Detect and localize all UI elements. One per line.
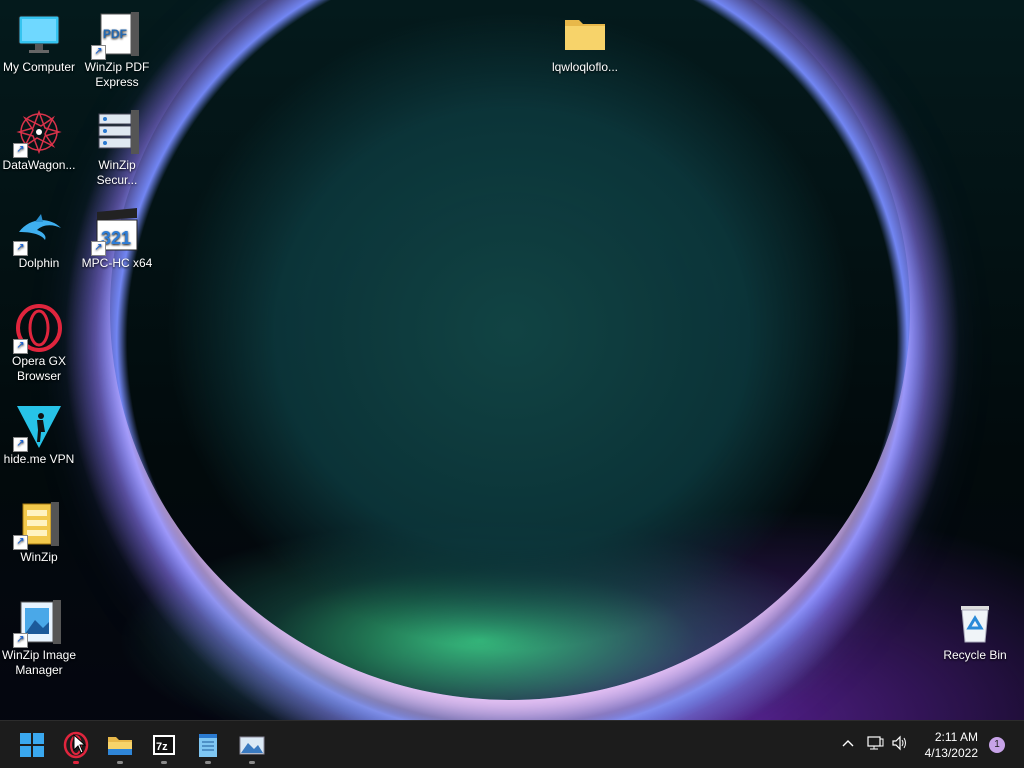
file-explorer-icon [108, 737, 132, 755]
running-indicator [249, 761, 255, 764]
running-indicator [205, 761, 211, 764]
desktop-icon-label: My Computer [2, 60, 76, 74]
desktop-icon-dolphin[interactable]: ↗ Dolphin [0, 200, 78, 271]
desktop-icon-label: WinZip [20, 550, 58, 564]
monitor-icon [15, 10, 63, 58]
svg-text:7z: 7z [156, 741, 168, 753]
desktop-icon-label: WinZip Image Manager [1, 648, 77, 677]
shortcut-arrow-icon: ↗ [13, 241, 28, 256]
recycle-bin-icon [951, 598, 999, 646]
desktop-icon-label: WinZip Secur... [96, 158, 138, 187]
taskbar-notepad[interactable] [188, 725, 228, 765]
shortcut-arrow-icon: ↗ [13, 437, 28, 452]
notepad-icon [199, 734, 217, 757]
winzip-icon: ↗ [13, 500, 63, 550]
pdf-icon: PDF ↗ [91, 10, 141, 60]
desktop-icon-winzip[interactable]: ↗ WinZip [0, 494, 78, 565]
image-viewer-icon [239, 736, 265, 755]
desktop-icon-hideme-vpn[interactable]: ↗ hide.me VPN [0, 396, 78, 467]
desktop-icon-label: Dolphin [18, 256, 60, 270]
clock-time: 2:11 AM [934, 730, 978, 744]
clock-date: 4/13/2022 [924, 746, 978, 760]
volume-button[interactable] [891, 735, 909, 756]
shortcut-arrow-icon: ↗ [91, 241, 106, 256]
desktop-icon-datawagon[interactable]: ↗ DataWagon... [0, 102, 78, 173]
taskbar-image-viewer[interactable] [232, 725, 272, 765]
7zip-icon: 7z [153, 735, 175, 755]
opera-icon: ↗ [13, 304, 63, 354]
desktop-icon-label: DataWagon... [2, 158, 76, 172]
taskbar-7zip[interactable]: 7z [144, 725, 184, 765]
clock[interactable]: 2:11 AM 4/13/2022 [925, 729, 978, 761]
running-indicator [161, 761, 167, 764]
running-indicator [117, 761, 123, 764]
desktop-icon-mpc-hc[interactable]: 321 ↗ MPC-HC x64 [78, 200, 156, 271]
network-icon [867, 736, 884, 750]
desktop-icon-opera-gx[interactable]: ↗ Opera GX Browser [0, 298, 78, 384]
start-button[interactable] [12, 725, 52, 765]
desktop-icon-label: lqwloqloflo... [551, 60, 619, 74]
shortcut-arrow-icon: ↗ [13, 143, 28, 158]
desktop-icon-label: hide.me VPN [3, 452, 75, 466]
shortcut-arrow-icon: ↗ [13, 339, 28, 354]
start-icon [20, 733, 44, 757]
svg-text:PDF: PDF [103, 27, 127, 41]
desktop-icon-winzip-image-manager[interactable]: ↗ WinZip Image Manager [0, 592, 78, 678]
folder-icon [561, 10, 609, 58]
taskbar: 7z 2:11 AM 4/13/2022 1 [0, 720, 1024, 768]
show-hidden-icons-button[interactable] [840, 735, 856, 756]
datawagon-icon: ↗ [13, 108, 63, 158]
desktop-icon-winzip-pdf-express[interactable]: PDF ↗ WinZip PDF Express [78, 4, 156, 90]
wallpaper-glow [110, 0, 910, 700]
shortcut-arrow-icon: ↗ [91, 45, 106, 60]
mouse-cursor-icon [73, 734, 87, 754]
desktop-icon-my-computer[interactable]: My Computer [0, 4, 78, 75]
speaker-icon [892, 735, 906, 751]
desktop-icon-label: WinZip PDF Express [84, 60, 150, 89]
desktop-icon-label: Opera GX Browser [11, 354, 67, 383]
running-indicator [73, 761, 79, 764]
taskbar-file-explorer[interactable] [100, 725, 140, 765]
shortcut-arrow-icon: ↗ [13, 535, 28, 550]
chevron-up-icon [842, 740, 854, 747]
desktop-icon-label: Recycle Bin [943, 648, 1007, 662]
vpn-icon: ↗ [13, 402, 63, 452]
notification-badge[interactable]: 1 [989, 737, 1005, 753]
desktop-icon-folder[interactable]: lqwloqloflo... [546, 4, 624, 75]
desktop-icon-winzip-secure[interactable]: WinZip Secur... [78, 102, 156, 188]
clapperboard-icon: 321 ↗ [91, 206, 141, 256]
server-icon [93, 108, 141, 156]
image-manager-icon: ↗ [13, 598, 63, 648]
desktop-icon-recycle-bin[interactable]: Recycle Bin [936, 592, 1014, 663]
dolphin-icon: ↗ [13, 206, 63, 256]
shortcut-arrow-icon: ↗ [13, 633, 28, 648]
network-button[interactable] [866, 735, 884, 756]
desktop-icon-label: MPC-HC x64 [81, 256, 153, 270]
